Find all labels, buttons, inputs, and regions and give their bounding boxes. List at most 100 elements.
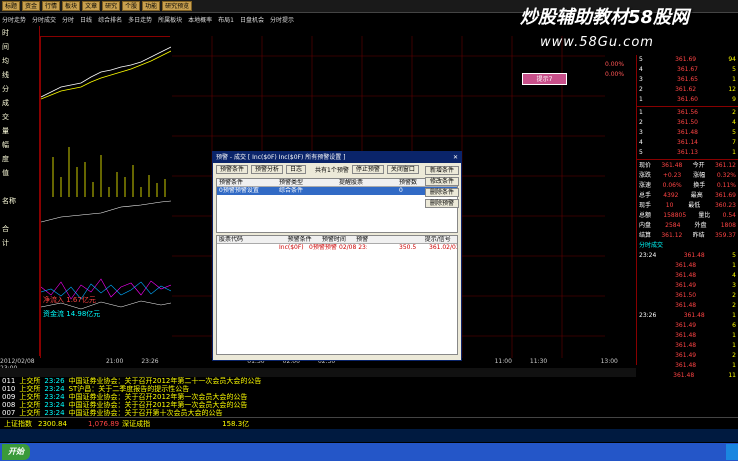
stat-label: 涨跌 [639,172,652,179]
menu-item[interactable]: 标题 [2,1,21,11]
bid-level: 2 [639,119,643,126]
menu-item[interactable]: 行情 [42,1,61,11]
tab-item[interactable]: 日线 [80,15,92,24]
stat-label: 昨结 [692,232,705,239]
tab-item[interactable]: 分时 [62,15,74,24]
stat-label: 换手 [693,182,706,189]
time-label: 2012/02/08 23:00 [0,358,35,372]
menu-item[interactable]: 研究 [102,1,121,11]
quote-divider [637,106,738,107]
tick-volume: 2 [732,352,736,359]
quote-panel: 5 361.69 94 4 361.67 5 3 361.65 1 2 361.62 12 1 361.6… [636,55,738,379]
tick-time: 23:26 [639,312,657,319]
news-row[interactable]: 008 上交所 23:24 中国证券业协会：关于召开2012年第一次会员大会的公告 [0,401,636,409]
bid-level: 5 [639,149,643,156]
stat-row: 总手 4392 最高 361.69 [637,191,738,201]
side-button[interactable]: 修改条件 [425,177,459,186]
left-panel-label: 幅 [2,141,9,149]
column-header: 预警条件 [287,236,312,243]
dialog-button[interactable]: 关闭窗口 [386,165,419,174]
left-panel-label: 名称 [2,197,16,205]
tab-item[interactable]: 多日走势 [128,15,152,24]
net-inflow-value: 1.67亿元 [66,296,96,304]
stat-row: 现手 10 最低 360.23 [637,201,738,211]
bid-level: 3 [639,129,643,136]
bid-row: 1 361.56 2 [637,108,738,118]
tab-item[interactable]: 分时提示 [270,15,294,24]
news-time: 23:24 [44,409,65,417]
stat-value: 361.12 [714,162,736,169]
cell: 02/08 23:17:50 [339,244,367,251]
menu-item[interactable]: 板块 [62,1,81,11]
tick-volume: 1 [732,362,736,369]
cell [367,244,397,252]
stat-label: 现手 [639,202,652,209]
news-row[interactable]: 007 上交所 23:24 中国证券业协会：关于召开第十次会员大会的公告 [0,409,636,417]
side-button[interactable]: 删除条件 [425,188,459,197]
ask-row: 1 361.60 9 [637,95,738,105]
time-label [71,358,106,368]
news-time: 23:24 [44,401,65,409]
tick-price: 361.48 [675,302,697,309]
quote-divider [637,159,738,160]
news-row[interactable]: 011 上交所 23:26 中国证券业协会：关于召开2012年第二十一次会员大会的公告 [0,377,636,385]
news-source: 上交所 [19,377,41,385]
dialog-button[interactable]: 停止预警 [351,165,384,174]
dialog-tab[interactable]: 预警条件 [216,165,249,174]
column-header: 提示/信号 [424,236,451,243]
cell [217,244,247,252]
news-time: 23:24 [44,393,65,401]
column-header: 提醒股票 [339,179,364,186]
menu-item[interactable]: 文章 [82,1,101,11]
tab-item[interactable]: 分时成交 [32,15,56,24]
news-headline: 中国证券业协会：关于召开2012年第二十一次会员大会的公告 [68,377,262,385]
table2-row[interactable]: Inc($0F) 0预警预警设置02/08 23:17:50 350.5 361.02… [217,244,457,252]
stat-value: 0.11% [716,182,736,189]
table1-header: 预警条件 预警类型 提醒股票 预警数 [217,179,457,187]
column-header: 预警条件 [219,179,244,186]
dialog-title: 预警 - 成交 [ Inc($0F) Inc($0F) 所有预警设置 ] [216,154,346,161]
dialog-tab[interactable]: 日志 [286,165,307,174]
tab-item[interactable]: 日盘机会 [240,15,264,24]
news-id: 009 [2,393,16,401]
dialog-side-buttons: 新增条件修改条件删除条件删除预警 [425,166,459,208]
ask-level: 2 [639,86,643,93]
close-icon[interactable]: ✕ [453,152,461,163]
menu-item[interactable]: 个股 [122,1,141,11]
ask-volume: 9 [732,96,736,103]
dialog-toolbar: 预警条件 预警分析 日志 共有1个预警 停止预警 关闭窗口 [213,163,461,176]
news-row[interactable]: 009 上交所 23:24 中国证券业协会：关于召开2012年第一次会员大会的公告 [0,393,636,401]
tab-item[interactable]: 本地概率 [188,15,212,24]
index-field: 1,076.89 [87,419,120,428]
tab-item[interactable]: 布局1 [218,15,234,24]
news-row[interactable]: 010 上交所 23:24 ST沪昌：关于二季度报告的提示性公告 [0,385,636,393]
taskbar-clock [726,444,738,460]
side-button[interactable]: 新增条件 [425,166,459,175]
menu-item[interactable]: 资金 [22,1,41,11]
dialog-tab[interactable]: 预警分析 [251,165,284,174]
news-ticker [0,429,738,442]
left-panel-label: 间 [2,43,9,51]
index-item: 158.3亿 [216,419,255,429]
tick-time: 23:24 [639,252,657,259]
tick-row: 361.48 11 [637,371,738,381]
tab-item[interactable]: 所属板块 [158,15,182,24]
tab-item[interactable]: 综合排名 [98,15,122,24]
start-button[interactable]: 开始 [2,444,30,460]
tick-price: 361.48 [673,372,695,379]
bid-volume: 2 [732,109,736,116]
popup-tag[interactable]: 提示7 [522,73,567,85]
time-label [177,358,212,368]
cell: 0预警预警设置 [309,244,337,251]
stat-value: 360.23 [714,202,736,209]
menu-item[interactable]: 研究预览 [162,1,193,11]
side-button[interactable]: 删除预警 [425,199,459,208]
bottom-tabs [0,368,636,377]
tab-item[interactable]: 分时走势 [2,15,26,24]
menu-item[interactable]: 功能 [142,1,161,11]
bid-volume: 7 [732,139,736,146]
intraday-chart[interactable]: 净流入 1.67亿元 资金流 14.98亿元 [40,36,172,359]
index-item: 上证指数 2300.84 [4,419,73,429]
tick-row: 361.48 1 [637,261,738,271]
table1-row[interactable]: 0预警预警设置 综合条件 0 [217,187,457,195]
